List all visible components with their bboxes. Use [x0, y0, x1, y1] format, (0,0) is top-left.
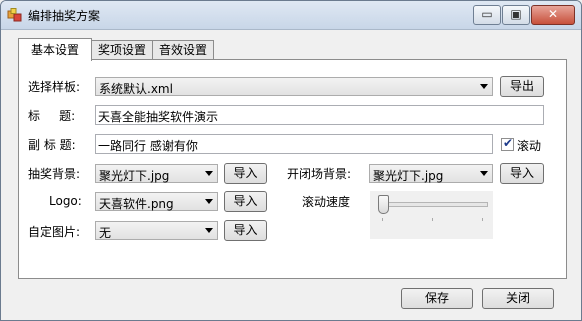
maximize-button[interactable]: ▣: [502, 5, 530, 25]
import-open-close-background-button[interactable]: 导入: [500, 163, 544, 184]
import-draw-background-button[interactable]: 导入: [224, 163, 267, 184]
chevron-down-icon: [205, 199, 213, 204]
subtitle-input[interactable]: 一路同行 感谢有你: [95, 134, 493, 154]
title-label: 标 题:: [28, 109, 76, 123]
custom-image-value: 无: [99, 226, 112, 240]
import-custom-image-button[interactable]: 导入: [224, 220, 267, 241]
minimize-button[interactable]: ▭: [473, 5, 501, 25]
app-window: 编排抽奖方案 ▭ ▣ ✕ 基本设置 奖项设置 音效设置 选择样板: 系统默认.x…: [0, 0, 582, 321]
draw-background-label: 抽奖背景:: [28, 167, 81, 181]
tab-sound-settings[interactable]: 音效设置: [152, 40, 214, 60]
custom-image-select[interactable]: 无: [95, 221, 218, 240]
open-close-background-select[interactable]: 聚光灯下.jpg: [369, 164, 493, 183]
slider-thumb[interactable]: [378, 195, 389, 214]
app-icon: [7, 8, 22, 22]
open-close-background-value: 聚光灯下.jpg: [373, 169, 444, 183]
title-bar[interactable]: 编排抽奖方案 ▭ ▣ ✕: [1, 1, 581, 30]
draw-background-select[interactable]: 聚光灯下.jpg: [95, 164, 218, 183]
slider-tick: [432, 218, 433, 221]
save-button[interactable]: 保存: [401, 288, 473, 309]
title-value: 天喜全能抽奖软件演示: [98, 110, 219, 124]
scroll-label: 滚动: [517, 139, 542, 153]
slider-tick: [482, 218, 483, 221]
close-window-button[interactable]: ✕: [531, 5, 575, 25]
minimize-icon: ▭: [481, 7, 493, 21]
logo-select[interactable]: 天喜软件.png: [95, 192, 218, 211]
tab-basic-settings[interactable]: 基本设置: [18, 38, 92, 61]
scroll-speed-slider[interactable]: [370, 191, 493, 239]
draw-background-value: 聚光灯下.jpg: [99, 169, 170, 183]
checkmark-icon: ✔: [503, 136, 514, 150]
close-icon: ✕: [547, 7, 559, 21]
import-logo-button[interactable]: 导入: [224, 191, 267, 212]
slider-track: [378, 202, 488, 207]
logo-label: Logo:: [49, 194, 82, 208]
subtitle-label: 副 标 题:: [28, 138, 76, 152]
tab-prize-settings[interactable]: 奖项设置: [91, 40, 153, 60]
template-select[interactable]: 系统默认.xml: [95, 77, 493, 96]
slider-tick: [382, 218, 383, 221]
template-value: 系统默认.xml: [99, 82, 173, 96]
chevron-down-icon: [205, 171, 213, 176]
template-label: 选择样板:: [28, 80, 81, 94]
close-button[interactable]: 关闭: [482, 288, 554, 309]
export-button[interactable]: 导出: [500, 76, 544, 97]
open-close-background-label: 开闭场背景:: [287, 167, 352, 181]
scroll-speed-label: 滚动速度: [302, 195, 351, 209]
chevron-down-icon: [480, 84, 488, 89]
chevron-down-icon: [205, 228, 213, 233]
custom-image-label: 自定图片:: [28, 225, 81, 239]
subtitle-value: 一路同行 感谢有你: [98, 139, 198, 153]
scroll-checkbox[interactable]: ✔: [501, 136, 514, 151]
title-input[interactable]: 天喜全能抽奖软件演示: [95, 105, 544, 125]
logo-value: 天喜软件.png: [99, 197, 174, 211]
window-title: 编排抽奖方案: [28, 9, 101, 23]
maximize-icon: ▣: [510, 7, 522, 21]
chevron-down-icon: [480, 171, 488, 176]
